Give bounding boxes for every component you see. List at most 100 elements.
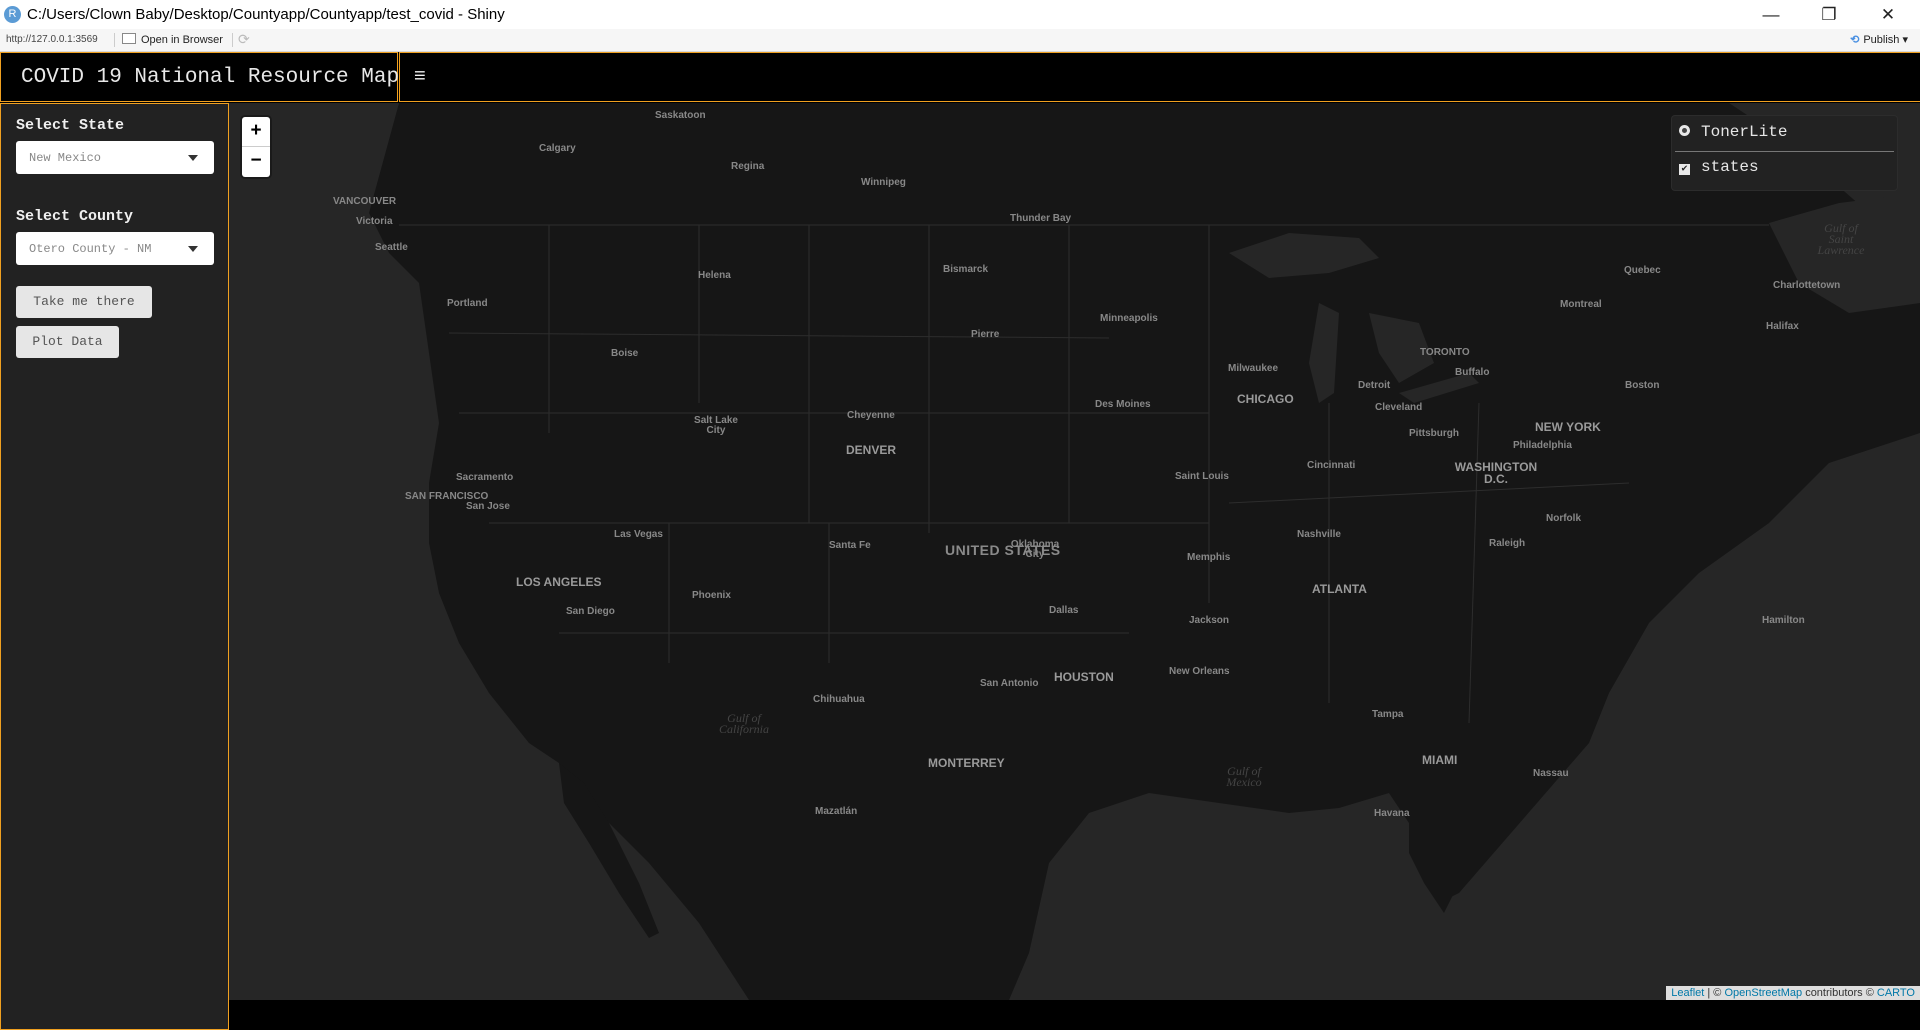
publish-button[interactable]: ⟲ Publish ▾ — [1850, 33, 1908, 46]
city-label: HOUSTON — [1054, 670, 1114, 684]
city-label: VANCOUVER — [333, 196, 397, 207]
city-label: Boston — [1625, 380, 1660, 391]
city-label: Saint Louis — [1175, 471, 1229, 482]
city-label: MONTERREY — [928, 756, 1005, 770]
city-label: Dallas — [1049, 605, 1079, 616]
city-label: LOS ANGELES — [516, 575, 602, 589]
city-label: Jackson — [1189, 615, 1230, 626]
city-label: Nashville — [1297, 529, 1341, 540]
checkbox-checked-icon[interactable]: ✔ — [1679, 164, 1690, 175]
city-label: Seattle — [375, 242, 408, 253]
r-app-icon: R — [4, 6, 21, 23]
city-label: Salt Lake City — [694, 415, 738, 436]
open-in-browser-button[interactable]: Open in Browser — [122, 33, 223, 46]
city-label: Pittsburgh — [1409, 428, 1459, 439]
publish-label: Publish — [1863, 34, 1900, 46]
city-label: Oklahoma City — [1010, 539, 1060, 560]
city-label: DENVER — [846, 443, 897, 457]
city-label: Havana — [1374, 808, 1410, 819]
select-state-label: Select State — [16, 117, 125, 134]
city-label: Cleveland — [1375, 402, 1423, 413]
zoom-in-button[interactable]: + — [242, 117, 270, 147]
overlay-checkbox-states[interactable]: ✔ states — [1679, 158, 1759, 180]
chevron-down-icon — [188, 155, 198, 161]
city-label: San Antonio — [980, 678, 1039, 689]
city-label: MIAMI — [1422, 753, 1458, 767]
viewer-toolbar: http://127.0.0.1:3569 Open in Browser ⟳ … — [0, 29, 1920, 52]
publish-icon: ⟲ — [1850, 34, 1860, 46]
city-label: TORONTO — [1420, 347, 1470, 358]
page-title: COVID 19 National Resource Map — [21, 66, 400, 89]
select-county-label: Select County — [16, 208, 134, 225]
city-label: Chihuahua — [813, 694, 865, 705]
open-in-browser-label: Open in Browser — [141, 34, 223, 46]
zoom-out-button[interactable]: − — [242, 147, 270, 176]
attribution-contributors: contributors © — [1805, 987, 1874, 999]
north-america-landmass — [369, 103, 1920, 1000]
city-label: San Jose — [466, 501, 510, 512]
county-select[interactable]: Otero County - NM — [16, 232, 214, 265]
city-label: Portland — [447, 298, 488, 309]
city-label: Bismarck — [943, 264, 989, 275]
sidebar-toggle-menu-icon[interactable]: ≡ — [414, 65, 426, 88]
city-label: Victoria — [356, 216, 393, 227]
maximize-button[interactable]: ❐ — [1800, 0, 1858, 29]
city-label: Cheyenne — [847, 410, 895, 421]
city-label: NEW YORK — [1535, 420, 1601, 434]
water-label: Gulf of Saint Lawrence — [1817, 221, 1865, 257]
base-layer-radio-tonerlite[interactable]: TonerLite — [1679, 123, 1787, 145]
city-label: Raleigh — [1489, 538, 1526, 549]
sidebar: Select State New Mexico Select County Ot… — [0, 103, 229, 1030]
city-label: Nassau — [1533, 768, 1569, 779]
city-label: Pierre — [971, 329, 1000, 340]
city-label: Boise — [611, 348, 639, 359]
take-me-there-button[interactable]: Take me there — [16, 286, 152, 318]
city-label: Milwaukee — [1228, 363, 1279, 374]
city-label: Buffalo — [1455, 367, 1490, 378]
city-label: Helena — [698, 270, 731, 281]
city-label: Norfolk — [1546, 513, 1581, 524]
city-label: Minneapolis — [1100, 313, 1158, 324]
city-label: Halifax — [1766, 321, 1799, 332]
city-label: San Diego — [566, 606, 615, 617]
water-label: Gulf of California — [718, 711, 769, 736]
refresh-icon[interactable]: ⟳ — [238, 31, 250, 48]
radio-selected-icon[interactable] — [1679, 125, 1690, 136]
state-select-value: New Mexico — [29, 151, 102, 165]
city-label: Charlottetown — [1773, 280, 1841, 291]
zoom-control: + − — [242, 117, 270, 177]
water-label: Gulf of Mexico — [1226, 764, 1262, 789]
city-label: Saskatoon — [655, 110, 706, 121]
city-label: Sacramento — [456, 472, 514, 483]
map-bottom-strip — [229, 1000, 1920, 1030]
layers-control: TonerLite ✔ states — [1672, 116, 1897, 190]
header-navbar — [399, 52, 1920, 102]
toolbar-divider — [114, 33, 115, 47]
county-select-value: Otero County - NM — [29, 242, 152, 256]
carto-link[interactable]: CARTO — [1877, 987, 1915, 999]
state-select[interactable]: New Mexico — [16, 141, 214, 174]
city-label: Philadelphia — [1513, 440, 1572, 451]
city-label: Memphis — [1187, 552, 1231, 563]
map-attribution: Leaflet | © OpenStreetMap contributors ©… — [1666, 986, 1920, 1000]
openstreetmap-link[interactable]: OpenStreetMap — [1724, 987, 1802, 999]
window-title-bar: R C:/Users/Clown Baby/Desktop/Countyapp/… — [0, 0, 1920, 29]
city-label: Quebec — [1624, 265, 1661, 276]
window-title: C:/Users/Clown Baby/Desktop/Countyapp/Co… — [27, 6, 505, 23]
city-label: Detroit — [1358, 380, 1391, 391]
city-label: Tampa — [1372, 709, 1404, 720]
city-label: CHICAGO — [1237, 392, 1294, 406]
city-label: Mazatlán — [815, 806, 858, 817]
dashboard-header: COVID 19 National Resource Map ≡ — [0, 52, 1920, 104]
leaflet-link[interactable]: Leaflet — [1671, 987, 1704, 999]
basemap-shapes — [369, 103, 1920, 1000]
minimize-button[interactable]: — — [1742, 0, 1800, 29]
overlay-layer-label: states — [1701, 158, 1759, 176]
city-label: Montreal — [1560, 299, 1602, 310]
close-window-button[interactable]: ✕ — [1859, 0, 1917, 29]
leaflet-map[interactable]: UNITED STATES Saskatoon Calgary Regina W… — [229, 103, 1920, 1000]
city-label: Hamilton — [1762, 615, 1805, 626]
plot-data-button[interactable]: Plot Data — [16, 326, 119, 358]
city-label: Winnipeg — [861, 177, 906, 188]
city-label: Calgary — [539, 143, 576, 154]
